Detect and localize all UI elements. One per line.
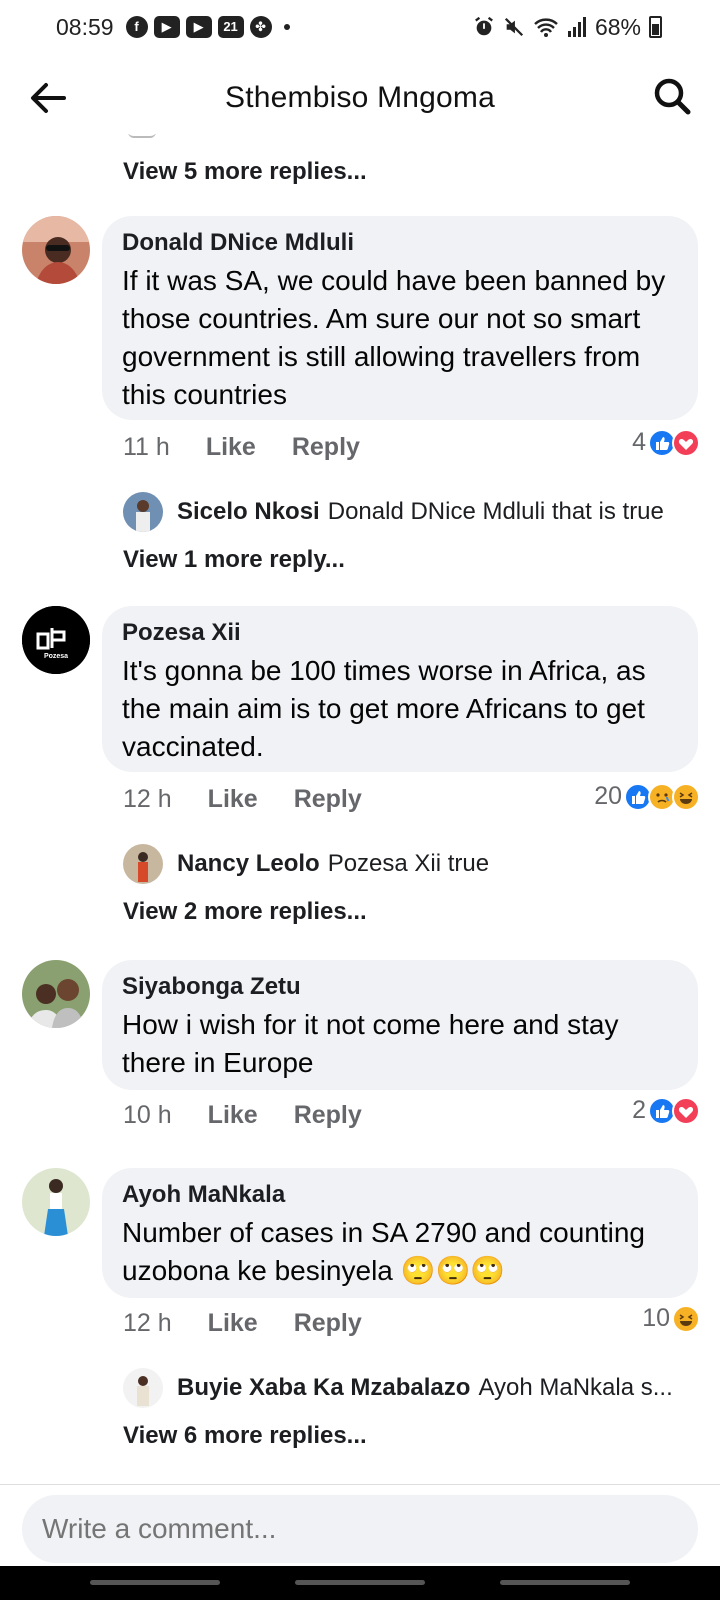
comment-bubble[interactable]: Siyabonga Zetu How i wish for it not com… bbox=[102, 960, 698, 1090]
reply-button[interactable]: Reply bbox=[294, 785, 362, 814]
search-icon[interactable] bbox=[650, 74, 694, 118]
view-more-replies-link[interactable]: View 6 more replies... bbox=[123, 1422, 367, 1450]
reaction-summary[interactable]: 4 bbox=[632, 428, 700, 457]
avatar[interactable] bbox=[22, 1168, 90, 1236]
back-arrow-icon[interactable] bbox=[26, 76, 70, 120]
like-button[interactable]: Like bbox=[208, 1101, 258, 1130]
reply-author[interactable]: Nancy Leolo bbox=[177, 850, 320, 878]
view-more-replies-link[interactable]: View 1 more reply... bbox=[123, 546, 345, 574]
reaction-summary[interactable]: 2 bbox=[632, 1096, 700, 1125]
app-header: Sthembiso Mngoma bbox=[0, 62, 720, 134]
youtube-icon: ▶ bbox=[153, 16, 180, 38]
comment-time[interactable]: 12 h bbox=[123, 1309, 172, 1338]
comment-text: Number of cases in SA 2790 and counting … bbox=[122, 1217, 646, 1286]
view-more-replies-link[interactable]: View 2 more replies... bbox=[123, 898, 367, 926]
reply-author[interactable]: Buyie Xaba Ka Mzabalazo bbox=[177, 1374, 470, 1402]
avatar[interactable] bbox=[22, 216, 90, 284]
alarm-icon bbox=[475, 16, 493, 36]
comment-input[interactable] bbox=[22, 1495, 698, 1563]
youtube-icon: ▶ bbox=[185, 16, 212, 38]
comment-text: How i wish for it not come here and stay… bbox=[122, 1009, 619, 1078]
facebook-icon: f bbox=[125, 16, 148, 38]
comments-feed[interactable]: View 5 more replies... Donald DNice Mdlu… bbox=[0, 134, 720, 1484]
reply-avatar[interactable] bbox=[123, 1368, 163, 1408]
battery-icon bbox=[649, 16, 662, 38]
reply-avatar[interactable] bbox=[123, 844, 163, 884]
reply-button[interactable]: Reply bbox=[292, 433, 360, 462]
reply-author[interactable]: Sicelo Nkosi bbox=[177, 498, 320, 526]
nav-back-handle[interactable] bbox=[500, 1580, 630, 1585]
system-navigation-bar bbox=[0, 1566, 720, 1600]
comment-author[interactable]: Siyabonga Zetu bbox=[122, 972, 678, 1002]
haha-reaction-icon bbox=[672, 782, 700, 811]
mute-icon bbox=[504, 17, 524, 37]
reaction-summary[interactable]: 20 bbox=[594, 782, 700, 811]
thread-line-fragment bbox=[128, 134, 156, 138]
pinwheel-icon: ✤ bbox=[249, 16, 272, 38]
nav-recents-handle[interactable] bbox=[90, 1580, 220, 1585]
view-more-replies-link[interactable]: View 5 more replies... bbox=[123, 158, 367, 186]
comment-time[interactable]: 10 h bbox=[123, 1101, 172, 1130]
notification-icons: f ▶ ▶ 21 ✤ bbox=[125, 16, 290, 38]
nav-home-handle[interactable] bbox=[295, 1580, 425, 1585]
reply-button[interactable]: Reply bbox=[294, 1309, 362, 1338]
comment-author[interactable]: Pozesa Xii bbox=[122, 618, 678, 648]
comment-author[interactable]: Donald DNice Mdluli bbox=[122, 228, 678, 258]
reply-text: Donald DNice Mdluli that is true bbox=[327, 498, 664, 525]
system-icons: 68% bbox=[473, 14, 662, 41]
comment-bubble[interactable]: Donald DNice Mdluli If it was SA, we cou… bbox=[102, 216, 698, 420]
avatar[interactable]: Pozesa bbox=[22, 606, 90, 674]
comment-actions: 12 h Like Reply bbox=[123, 1306, 362, 1340]
status-time: 08:59 bbox=[56, 13, 114, 40]
reply-text: Pozesa Xii true bbox=[327, 850, 490, 877]
comment-author[interactable]: Ayoh MaNkala bbox=[122, 1180, 678, 1210]
reaction-count: 10 bbox=[642, 1304, 670, 1332]
status-bar: 08:59 f ▶ ▶ 21 ✤ 68% bbox=[0, 0, 720, 54]
wifi-icon bbox=[534, 18, 558, 37]
reaction-count: 2 bbox=[632, 1096, 646, 1124]
reply-preview[interactable]: Sicelo Nkosi Donald DNice Mdluli that is… bbox=[123, 492, 664, 532]
battery-percent: 68% bbox=[594, 13, 641, 40]
reply-preview[interactable]: Buyie Xaba Ka Mzabalazo Ayoh MaNkala s..… bbox=[123, 1368, 673, 1408]
signal-icon bbox=[567, 17, 586, 37]
like-button[interactable]: Like bbox=[206, 433, 256, 462]
comment-bubble[interactable]: Ayoh MaNkala Number of cases in SA 2790 … bbox=[102, 1168, 698, 1298]
comment-actions: 11 h Like Reply bbox=[123, 430, 360, 464]
like-button[interactable]: Like bbox=[208, 1309, 258, 1338]
comment-time[interactable]: 11 h bbox=[123, 433, 170, 462]
comment-text: If it was SA, we could have been banned … bbox=[122, 265, 666, 410]
comment-actions: 12 h Like Reply bbox=[123, 782, 362, 816]
comment-time[interactable]: 12 h bbox=[123, 785, 172, 814]
reply-button[interactable]: Reply bbox=[294, 1101, 362, 1130]
haha-reaction-icon bbox=[672, 1304, 700, 1333]
comment-bubble[interactable]: Pozesa Xii It's gonna be 100 times worse… bbox=[102, 606, 698, 772]
love-reaction-icon bbox=[672, 428, 700, 457]
like-button[interactable]: Like bbox=[208, 785, 258, 814]
reply-avatar[interactable] bbox=[123, 492, 163, 532]
love-reaction-icon bbox=[672, 1096, 700, 1125]
avatar-logo-text: Pozesa bbox=[44, 653, 68, 660]
avatar[interactable] bbox=[22, 960, 90, 1028]
reaction-count: 4 bbox=[632, 428, 646, 456]
page-title: Sthembiso Mngoma bbox=[225, 81, 495, 114]
comment-text: It's gonna be 100 times worse in Africa,… bbox=[122, 655, 646, 762]
reply-text: Ayoh MaNkala s... bbox=[478, 1374, 673, 1401]
reaction-summary[interactable]: 10 bbox=[642, 1304, 700, 1333]
more-notifications-dot bbox=[283, 24, 290, 30]
reply-preview[interactable]: Nancy Leolo Pozesa Xii true bbox=[123, 844, 489, 884]
calendar-icon: 21 bbox=[217, 16, 244, 38]
reaction-count: 20 bbox=[594, 782, 622, 810]
comment-actions: 10 h Like Reply bbox=[123, 1098, 362, 1132]
comment-composer bbox=[0, 1484, 720, 1564]
